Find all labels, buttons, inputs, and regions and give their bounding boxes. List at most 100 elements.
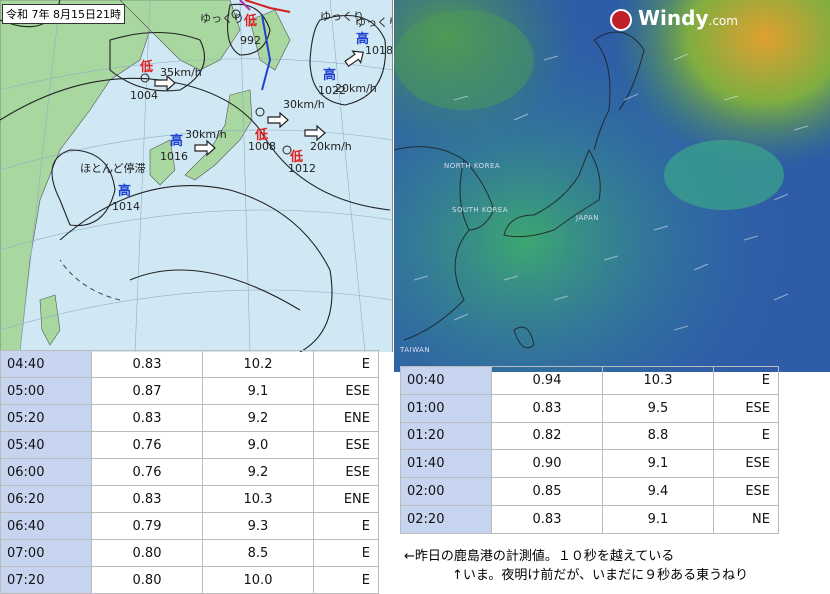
chart-title: 令和 7年 8月15日21時 <box>2 4 125 24</box>
direction-cell: E <box>713 421 779 451</box>
time-cell: 01:20 <box>400 421 492 451</box>
high-pressure-marker: 高 <box>118 184 132 199</box>
table-row: 06:00 0.76 9.2 ESE <box>0 458 379 486</box>
time-cell: 06:20 <box>0 485 92 513</box>
high-w-slow-label: ほとんど停滞 <box>80 162 146 175</box>
table-row: 00:40 0.94 10.3 E <box>400 366 779 395</box>
direction-cell: ESE <box>713 393 779 423</box>
height-cell: 0.79 <box>91 512 203 540</box>
time-cell: 01:00 <box>400 393 492 423</box>
map-label-north-korea: NORTH KOREA <box>444 162 501 170</box>
direction-cell: NE <box>713 504 779 534</box>
table-row: 07:20 0.80 10.0 E <box>0 566 379 594</box>
wave-table-yesterday: 04:40 0.83 10.2 E 05:00 0.87 9.1 ESE 05:20 0.83 9.… <box>0 350 379 594</box>
table-row: 05:40 0.76 9.0 ESE <box>0 431 379 459</box>
period-cell: 10.3 <box>202 485 314 513</box>
height-cell: 0.83 <box>91 350 203 378</box>
low4-speed-label: 20km/h <box>310 140 352 153</box>
height-cell: 0.94 <box>491 366 603 395</box>
low1-speed-label: 35km/h <box>160 66 202 79</box>
direction-cell: ENE <box>313 404 379 432</box>
time-cell: 05:00 <box>0 377 92 405</box>
height-cell: 0.76 <box>91 431 203 459</box>
weather-chart: 令和 7年 8月15日21時 低 35km/h 1004 ゆっくり 低 992 … <box>0 0 393 352</box>
height-cell: 0.83 <box>491 393 603 423</box>
table-row: 02:20 0.83 9.1 NE <box>400 504 779 534</box>
table-row: 01:00 0.83 9.5 ESE <box>400 393 779 423</box>
low2-pressure-label: 992 <box>240 34 261 47</box>
time-cell: 05:20 <box>0 404 92 432</box>
direction-cell: E <box>313 350 379 378</box>
map-label-south-korea: SOUTH KOREA <box>452 206 509 214</box>
weather-chart-graphic <box>0 0 392 352</box>
direction-cell: E <box>713 366 779 395</box>
direction-cell: E <box>313 512 379 540</box>
height-cell: 0.83 <box>491 504 603 534</box>
map-label-japan: JAPAN <box>576 214 600 222</box>
table-row: 01:20 0.82 8.8 E <box>400 421 779 451</box>
slow-label: ゆっくり <box>200 12 244 25</box>
time-cell: 05:40 <box>0 431 92 459</box>
period-cell: 10.3 <box>602 366 714 395</box>
time-cell: 07:20 <box>0 566 92 594</box>
high-ne-pressure-label: 1018 <box>365 44 393 57</box>
table-row: 02:00 0.85 9.4 ESE <box>400 477 779 506</box>
height-cell: 0.80 <box>91 539 203 567</box>
windy-brand-suffix: .com <box>708 14 738 28</box>
period-cell: 9.1 <box>602 504 714 534</box>
wave-table-now: 00:40 0.94 10.3 E 01:00 0.83 9.5 ESE 01:20 0.82 8.… <box>400 366 779 534</box>
time-cell: 04:40 <box>0 350 92 378</box>
low-pressure-marker: 低 <box>244 14 258 29</box>
windy-brand[interactable]: Windy.com <box>638 6 738 30</box>
period-cell: 10.0 <box>202 566 314 594</box>
high-w-pressure-label: 1014 <box>112 200 140 213</box>
time-cell: 07:00 <box>0 539 92 567</box>
windy-logo-icon <box>610 9 632 31</box>
time-cell: 02:20 <box>400 504 492 534</box>
table-row: 05:20 0.83 9.2 ENE <box>0 404 379 432</box>
height-cell: 0.85 <box>491 477 603 506</box>
high-center-pressure-label: 1016 <box>160 150 188 163</box>
table-row: 05:00 0.87 9.1 ESE <box>0 377 379 405</box>
direction-cell: ESE <box>313 377 379 405</box>
direction-cell: E <box>313 566 379 594</box>
high-ne2-pressure-label: 1022 <box>318 84 346 97</box>
direction-cell: E <box>313 539 379 567</box>
period-cell: 9.1 <box>602 449 714 479</box>
direction-cell: ESE <box>313 458 379 486</box>
time-cell: 06:00 <box>0 458 92 486</box>
windy-map-graphic <box>394 0 830 372</box>
height-cell: 0.83 <box>91 485 203 513</box>
direction-cell: ESE <box>713 477 779 506</box>
period-cell: 9.3 <box>202 512 314 540</box>
period-cell: 9.2 <box>202 458 314 486</box>
direction-cell: ESE <box>313 431 379 459</box>
height-cell: 0.87 <box>91 377 203 405</box>
time-cell: 06:40 <box>0 512 92 540</box>
table-row: 06:20 0.83 10.3 ENE <box>0 485 379 513</box>
windy-map[interactable]: Windy.com NORTH KOREA SOUTH KOREA JAPAN … <box>394 0 830 372</box>
period-cell: 8.8 <box>602 421 714 451</box>
period-cell: 9.4 <box>602 477 714 506</box>
period-cell: 10.2 <box>202 350 314 378</box>
low-pressure-marker: 低 <box>140 60 154 75</box>
note-now: ↑いま。夜明け前だが、いまだに９秒ある東うねり <box>452 568 749 583</box>
table-row: 04:40 0.83 10.2 E <box>0 350 379 378</box>
low3-pressure-label: 1008 <box>248 140 276 153</box>
windy-brand-name: Windy <box>638 6 709 30</box>
period-cell: 9.2 <box>202 404 314 432</box>
period-cell: 8.5 <box>202 539 314 567</box>
high-pressure-marker: 高 <box>323 68 337 83</box>
high-pressure-marker: 高 <box>170 134 184 149</box>
time-cell: 00:40 <box>400 366 492 395</box>
direction-cell: ESE <box>713 449 779 479</box>
time-cell: 01:40 <box>400 449 492 479</box>
low4-pressure-label: 1012 <box>288 162 316 175</box>
period-cell: 9.0 <box>202 431 314 459</box>
note-yesterday: ←昨日の鹿島港の計測値。１０秒を越えている <box>404 549 675 564</box>
high-center-speed-label: 30km/h <box>185 128 227 141</box>
height-cell: 0.82 <box>491 421 603 451</box>
height-cell: 0.83 <box>91 404 203 432</box>
map-label-taiwan: TAIWAN <box>400 346 431 354</box>
low1-pressure-label: 1004 <box>130 89 158 102</box>
